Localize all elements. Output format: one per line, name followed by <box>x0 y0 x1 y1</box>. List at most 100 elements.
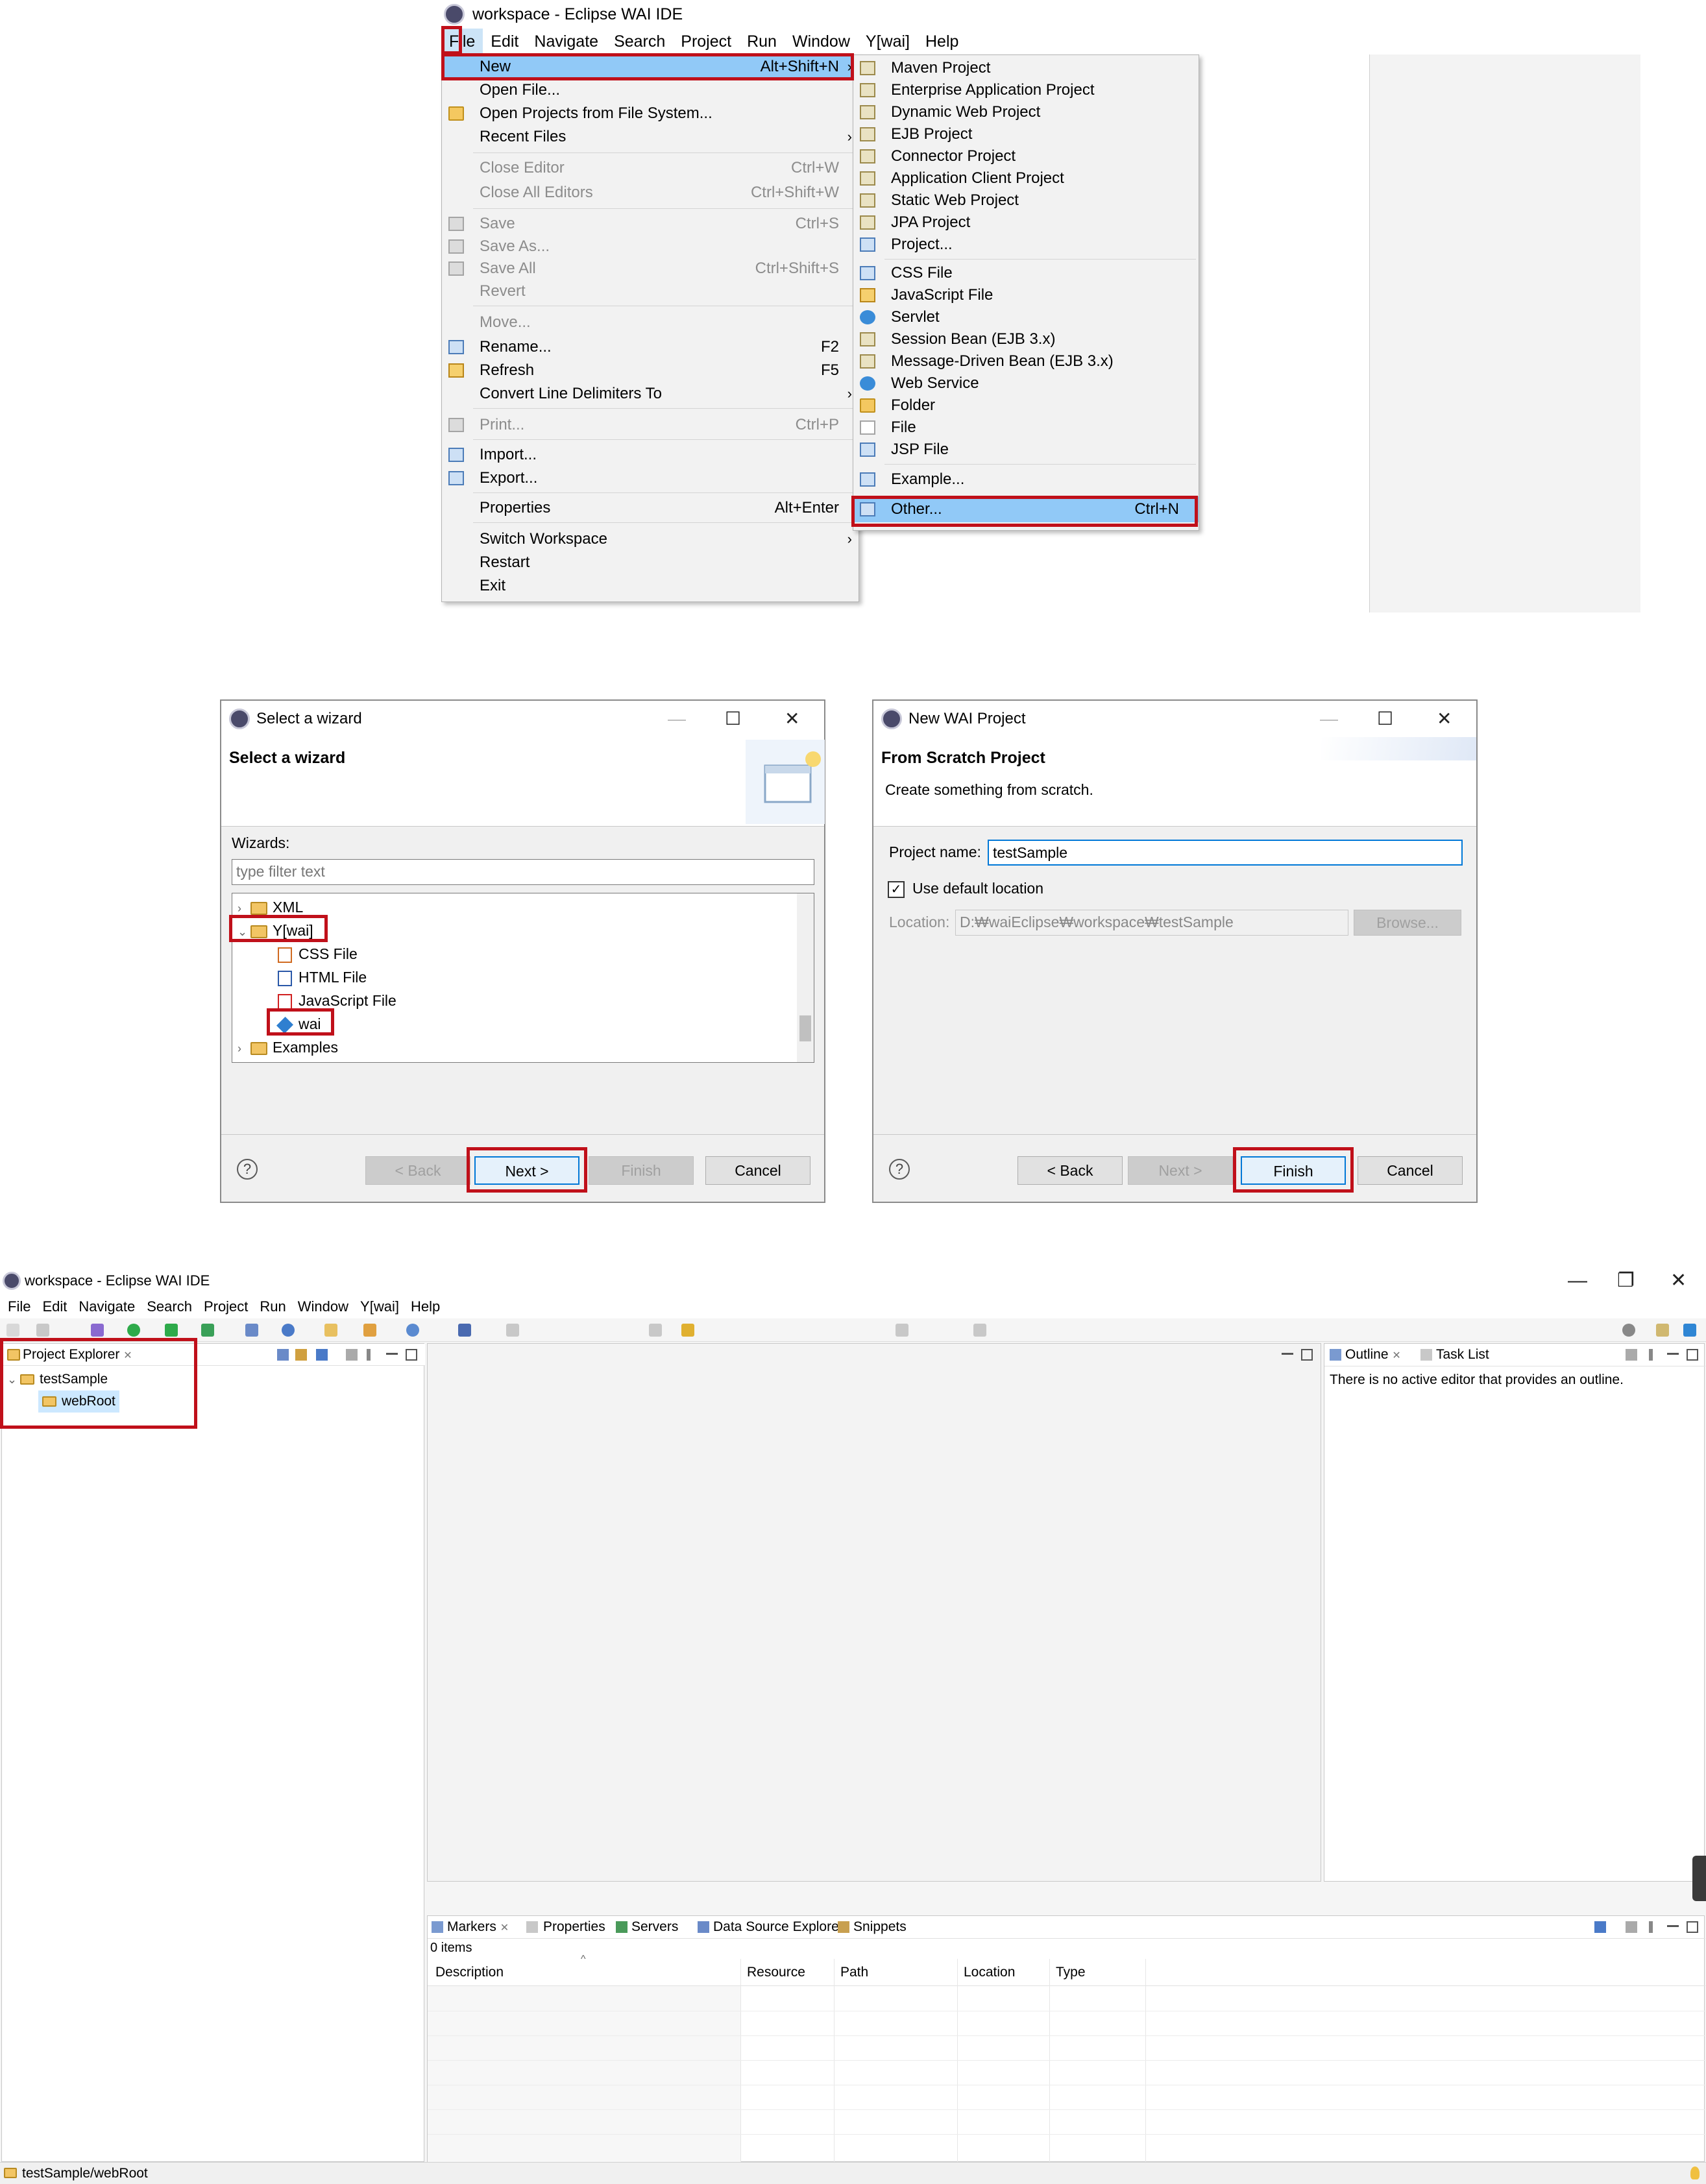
expand-arrow-icon[interactable]: › <box>238 1037 250 1060</box>
save-icon[interactable] <box>36 1324 49 1337</box>
maximize-icon[interactable]: ☐ <box>1377 701 1393 737</box>
menu-item-dynamic-web-project[interactable]: Dynamic Web Project <box>853 101 1199 124</box>
menu-item-recent-files[interactable]: Recent Files › <box>442 125 859 149</box>
menu-item-revert[interactable]: Revert <box>442 280 859 303</box>
filter-icon[interactable] <box>316 1349 328 1361</box>
close-icon[interactable]: ✕ <box>1437 701 1452 737</box>
close-tab-icon[interactable]: ✕ <box>1392 1350 1400 1361</box>
column-path[interactable]: Path <box>840 1959 868 1986</box>
view-menu-icon[interactable] <box>367 1349 371 1361</box>
menu-item-print[interactable]: Print... Ctrl+P <box>442 413 859 437</box>
menu-project[interactable]: Project <box>673 29 739 55</box>
menu-item-javascript-file[interactable]: JavaScript File <box>853 284 1199 307</box>
default-location-checkbox[interactable]: ✓ <box>888 881 905 898</box>
tree-item-css-file[interactable]: CSS File <box>278 943 358 965</box>
help-icon[interactable]: ? <box>889 1159 910 1180</box>
web-icon[interactable] <box>282 1324 295 1337</box>
menu-item-properties[interactable]: Properties Alt+Enter <box>442 496 859 520</box>
minimize-icon[interactable] <box>1667 1925 1679 1927</box>
menu-item-connector-project[interactable]: Connector Project <box>853 145 1199 168</box>
menu-item-save-as[interactable]: Save As... <box>442 235 859 258</box>
maximize-icon[interactable]: ☐ <box>725 701 741 737</box>
column-resource[interactable]: Resource <box>747 1959 805 1986</box>
menu-item-app-client-project[interactable]: Application Client Project <box>853 167 1199 190</box>
run-icon[interactable] <box>127 1324 140 1337</box>
menu-item-restart[interactable]: Restart <box>442 551 859 574</box>
menu-item-rename[interactable]: Rename... F2 <box>442 335 859 359</box>
link-editor-icon[interactable] <box>295 1349 307 1361</box>
column-description[interactable]: Description <box>435 1959 504 1986</box>
tab-servers[interactable]: Servers <box>631 1916 678 1938</box>
close-icon[interactable]: ✕ <box>1670 1267 1687 1295</box>
menu-file[interactable]: File <box>3 1295 37 1318</box>
menu-item-web-service[interactable]: Web Service <box>853 372 1199 395</box>
restore-icon[interactable]: ❐ <box>1617 1267 1635 1295</box>
help-icon[interactable]: ? <box>237 1159 258 1180</box>
maximize-icon[interactable] <box>406 1349 417 1361</box>
lightbulb-icon[interactable] <box>1690 2166 1700 2179</box>
menu-item-maven-project[interactable]: Maven Project <box>853 56 1199 80</box>
minimize-icon[interactable]: — <box>1320 701 1338 737</box>
menu-run[interactable]: Run <box>254 1295 292 1318</box>
tab-data-source-explorer[interactable]: Data Source Explorer <box>713 1916 844 1938</box>
focus-icon[interactable] <box>1626 1921 1637 1933</box>
menu-edit[interactable]: Edit <box>483 29 526 55</box>
menu-help[interactable]: Help <box>406 1295 446 1318</box>
menu-window[interactable]: Window <box>293 1295 355 1318</box>
menu-item-session-bean[interactable]: Session Bean (EJB 3.x) <box>853 328 1199 351</box>
back-button[interactable]: < Back <box>365 1156 470 1185</box>
collapse-all-icon[interactable] <box>277 1349 289 1361</box>
tab-properties[interactable]: Properties <box>543 1916 605 1938</box>
external-tools-icon[interactable] <box>201 1324 214 1337</box>
new-icon[interactable] <box>6 1324 19 1337</box>
view-menu-icon[interactable] <box>1649 1921 1653 1933</box>
next-button[interactable]: Next > <box>1128 1156 1233 1185</box>
tool-icon[interactable] <box>363 1324 376 1337</box>
maximize-icon[interactable] <box>1687 1921 1698 1933</box>
menu-item-servlet[interactable]: Servlet <box>853 306 1199 329</box>
menu-item-static-web-project[interactable]: Static Web Project <box>853 189 1199 212</box>
menu-item-switch-workspace[interactable]: Switch Workspace › <box>442 528 859 551</box>
close-tab-icon[interactable]: ✕ <box>500 1923 509 1934</box>
menu-item-move[interactable]: Move... <box>442 311 859 334</box>
close-icon[interactable]: ✕ <box>785 701 799 737</box>
menu-search[interactable]: Search <box>141 1295 199 1318</box>
new-wizard-icon[interactable] <box>245 1324 258 1337</box>
search-icon[interactable] <box>1622 1324 1635 1337</box>
tree-item-html-file[interactable]: HTML File <box>278 966 367 988</box>
menu-item-save-all[interactable]: Save All Ctrl+Shift+S <box>442 257 859 280</box>
menu-item-save[interactable]: Save Ctrl+S <box>442 212 859 236</box>
project-name-input[interactable]: testSample <box>988 840 1463 866</box>
menu-item-export[interactable]: Export... <box>442 467 859 490</box>
tree-scrollbar[interactable] <box>797 893 814 1062</box>
menu-item-enterprise-project[interactable]: Enterprise Application Project <box>853 79 1199 102</box>
side-trim-handle[interactable] <box>1692 1856 1706 1901</box>
menu-item-close-editor[interactable]: Close Editor Ctrl+W <box>442 156 859 180</box>
menu-item-exit[interactable]: Exit <box>442 574 859 598</box>
media-icon[interactable] <box>506 1324 519 1337</box>
menu-project[interactable]: Project <box>199 1295 254 1318</box>
menu-search[interactable]: Search <box>606 29 673 55</box>
menu-ywai[interactable]: Y[wai] <box>355 1295 406 1318</box>
menu-help[interactable]: Help <box>918 29 966 55</box>
task-icon[interactable] <box>681 1324 694 1337</box>
debug-icon[interactable] <box>91 1324 104 1337</box>
menu-item-project[interactable]: Project... <box>853 233 1199 256</box>
tab-snippets[interactable]: Snippets <box>853 1916 907 1938</box>
focus-icon[interactable] <box>346 1349 358 1361</box>
minimize-icon[interactable] <box>1667 1353 1679 1355</box>
maximize-icon[interactable] <box>1301 1349 1313 1361</box>
cancel-button[interactable]: Cancel <box>1358 1156 1463 1185</box>
perspective-icon[interactable] <box>1656 1324 1669 1337</box>
filter-icon[interactable] <box>1594 1921 1606 1933</box>
column-type[interactable]: Type <box>1056 1959 1086 1986</box>
cancel-button[interactable]: Cancel <box>705 1156 810 1185</box>
column-location[interactable]: Location <box>964 1959 1015 1986</box>
wai-perspective-icon[interactable] <box>1683 1324 1696 1337</box>
menu-item-open-file[interactable]: Open File... <box>442 79 859 102</box>
menu-item-folder[interactable]: Folder <box>853 394 1199 417</box>
scrollbar-thumb[interactable] <box>799 1015 811 1041</box>
step-icon[interactable] <box>649 1324 662 1337</box>
finish-button[interactable]: Finish <box>589 1156 694 1185</box>
back-button[interactable]: < Back <box>1018 1156 1123 1185</box>
